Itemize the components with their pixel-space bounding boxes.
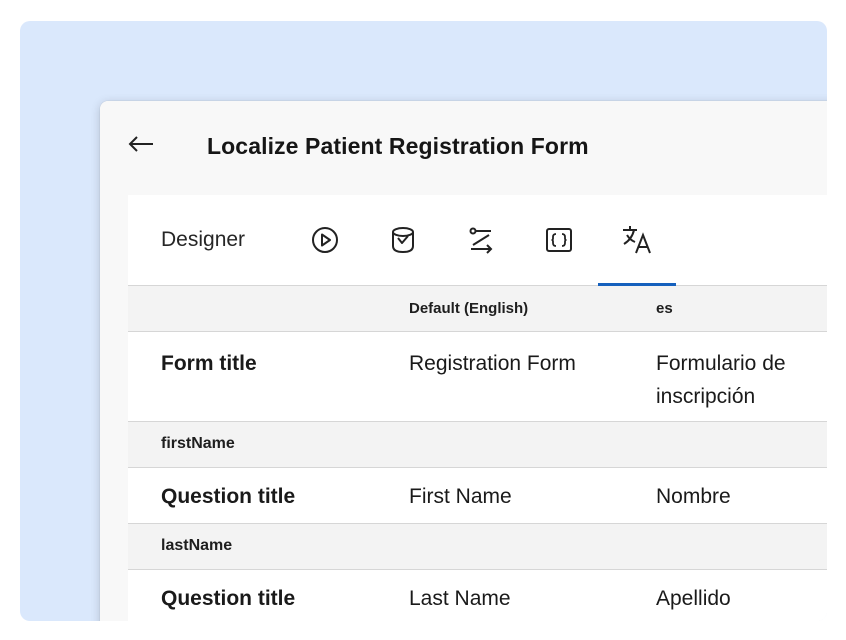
es-translation-field[interactable]: Formulario de inscripción [656, 347, 827, 413]
table-row: Question title Last Name Apellido [128, 570, 827, 621]
json-braces-icon [545, 227, 573, 253]
row-label: Form title [161, 352, 257, 375]
title-bar: Localize Patient Registration Form [100, 101, 827, 195]
group-label: firstName [161, 435, 235, 452]
row-label: Question title [161, 587, 296, 610]
group-label: lastName [161, 537, 233, 554]
play-circle-icon [311, 226, 339, 254]
tab-bar: Designer [128, 195, 827, 286]
back-button[interactable] [126, 131, 156, 161]
row-label: Question title [161, 485, 296, 508]
es-translation-field[interactable]: Apellido [656, 582, 827, 615]
editor-content: Designer Default (English) es Form title… [128, 195, 827, 621]
tab-logic[interactable] [466, 195, 496, 285]
translate-icon [621, 225, 653, 255]
column-header-es: es [656, 300, 673, 317]
default-value: Last Name [409, 587, 511, 610]
tab-data[interactable] [388, 195, 418, 285]
tab-json-editor[interactable] [544, 195, 574, 285]
table-header: Default (English) es [128, 286, 827, 332]
group-row: lastName [128, 524, 827, 570]
column-header-default: Default (English) [409, 300, 529, 317]
tab-translation[interactable] [622, 195, 652, 285]
page-backdrop: Localize Patient Registration Form Desig… [20, 21, 827, 621]
table-row: Question title First Name Nombre [128, 468, 827, 524]
page-title: Localize Patient Registration Form [207, 133, 589, 159]
group-row: firstName [128, 422, 827, 468]
es-translation-field[interactable]: Nombre [656, 480, 827, 513]
database-icon [390, 226, 416, 254]
table-row: Form title Registration Form Formulario … [128, 332, 827, 422]
logic-branch-icon [467, 226, 495, 254]
default-value: First Name [409, 485, 512, 508]
tab-designer[interactable]: Designer [161, 195, 245, 285]
app-window: Localize Patient Registration Form Desig… [100, 101, 827, 621]
tab-preview[interactable] [310, 195, 340, 285]
arrow-left-icon [128, 135, 154, 157]
default-value: Registration Form [409, 352, 576, 375]
